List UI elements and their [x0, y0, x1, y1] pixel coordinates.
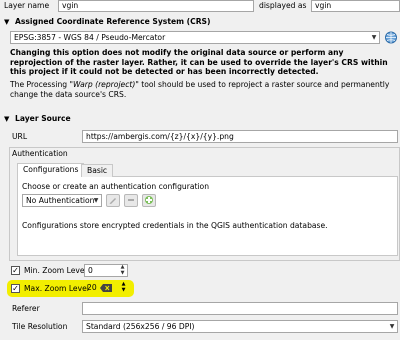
displayed-as-input: vgin — [311, 0, 400, 12]
tile-resolution-select[interactable]: Standard (256x256 / 96 DPI) ▼ — [82, 320, 398, 333]
min-zoom-label: Min. Zoom Level — [24, 266, 87, 275]
auth-info: Configurations store encrypted credentia… — [22, 221, 328, 230]
min-zoom-spinbox[interactable]: 0 ▲ ▼ — [84, 264, 128, 277]
layer-source-header[interactable]: ▼ Layer Source — [0, 112, 400, 125]
authentication-title: Authentication — [12, 149, 68, 158]
auth-config-select[interactable]: No Authentication ▼ — [22, 194, 102, 207]
max-zoom-spinbox[interactable]: 20 ▲ ▼ — [84, 281, 128, 295]
max-zoom-value: 20 — [87, 283, 97, 292]
crs-selector[interactable]: EPSG:3857 - WGS 84 / Pseudo-Mercator ▼ — [10, 31, 380, 44]
backspace-icon[interactable] — [100, 284, 112, 292]
tab-configurations[interactable]: Configurations — [17, 163, 85, 177]
max-zoom-checkbox[interactable]: ✓ — [11, 284, 20, 293]
minus-icon[interactable] — [124, 194, 138, 207]
referer-label: Referer — [12, 304, 40, 313]
displayed-as-label: displayed as — [259, 1, 307, 10]
url-label: URL — [12, 132, 28, 141]
crs-value: EPSG:3857 - WGS 84 / Pseudo-Mercator — [14, 33, 166, 42]
layer-name-input[interactable]: vgin — [58, 0, 254, 12]
tile-resolution-label: Tile Resolution — [12, 322, 68, 331]
chevron-down-icon: ▼ — [389, 323, 395, 330]
auth-config-value: No Authentication — [26, 196, 95, 205]
auth-choose-label: Choose or create an authentication confi… — [22, 182, 210, 191]
crs-note: The Processing "Warp (reproject)" tool s… — [10, 80, 390, 99]
tab-basic[interactable]: Basic — [81, 164, 114, 177]
crs-warning: Changing this option does not modify the… — [10, 48, 388, 77]
spin-arrows-icon: ▲ ▼ — [121, 281, 126, 293]
tile-resolution-value: Standard (256x256 / 96 DPI) — [86, 322, 195, 331]
triangle-down-icon: ▼ — [4, 115, 10, 123]
chevron-down-icon: ▼ — [371, 34, 377, 41]
max-zoom-label: Max. Zoom Level — [24, 284, 89, 293]
globe-icon[interactable] — [384, 31, 398, 44]
spin-arrows-icon: ▲ ▼ — [120, 264, 125, 276]
layer-source-title: Layer Source — [15, 114, 71, 123]
referer-input[interactable] — [82, 302, 398, 315]
chevron-down-icon: ▼ — [93, 197, 99, 204]
url-input[interactable]: https://ambergis.com/{z}/{x}/{y}.png — [82, 130, 398, 143]
min-zoom-checkbox[interactable]: ✓ — [11, 266, 20, 275]
plus-icon[interactable] — [142, 194, 156, 207]
layer-name-label: Layer name — [4, 1, 50, 10]
pencil-icon[interactable] — [106, 194, 120, 207]
triangle-down-icon: ▼ — [4, 18, 10, 26]
crs-section-title: Assigned Coordinate Reference System (CR… — [15, 17, 211, 26]
crs-section-header[interactable]: ▼ Assigned Coordinate Reference System (C… — [0, 15, 400, 28]
min-zoom-value: 0 — [88, 266, 93, 275]
